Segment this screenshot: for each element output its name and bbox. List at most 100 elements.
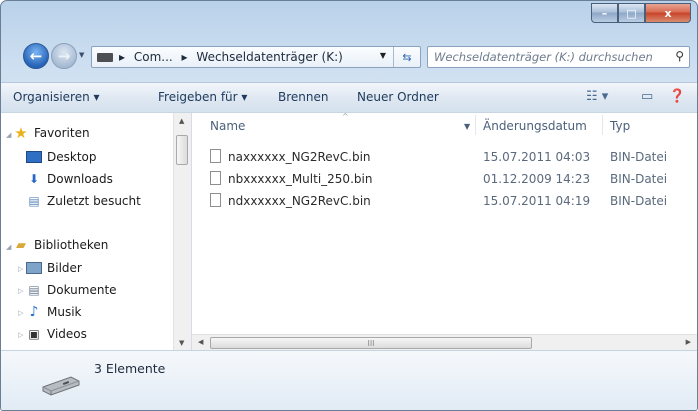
breadcrumb: ▸ Com... ▸ Wechseldatenträger (K:) — [119, 50, 348, 64]
nav-favorites[interactable]: ★ Favoriten — [13, 123, 90, 143]
sort-ascending-icon: ^ — [342, 112, 349, 121]
breadcrumb-separator[interactable]: ▸ — [182, 50, 188, 64]
recent-places-icon: ▤ — [28, 194, 40, 208]
nav-label: Musik — [47, 305, 82, 319]
scroll-right-icon[interactable]: ▶ — [686, 338, 691, 346]
expand-icon[interactable]: ▷ — [18, 309, 23, 317]
back-arrow-icon: ← — [29, 47, 43, 65]
column-divider[interactable] — [602, 115, 603, 135]
search-box[interactable]: Wechseldatenträger (K:) durchsuchen ⚲ — [427, 46, 690, 68]
videos-icon: ▣ — [28, 327, 40, 341]
details-pane: 3 Elemente — [1, 350, 697, 410]
column-filter-icon[interactable]: ▼ — [464, 122, 470, 131]
organize-menu[interactable]: Organisieren ▾ — [13, 90, 100, 104]
nav-item-documents[interactable]: ▤ Dokumente — [26, 280, 117, 300]
navigation-pane: ◢ ★ Favoriten Desktop ⬇ Downloads ▤ Zule… — [1, 113, 192, 351]
desktop-icon — [26, 151, 42, 163]
nav-item-desktop[interactable]: Desktop — [26, 147, 97, 167]
removable-drive-icon — [42, 376, 80, 396]
item-count: 3 Elemente — [94, 361, 166, 376]
file-type: BIN-Datei — [610, 172, 668, 186]
file-row[interactable]: ndxxxxxx_NG2RevC.bin 15.07.2011 04:19 BI… — [210, 191, 690, 211]
breadcrumb-computer[interactable]: Com... — [134, 50, 173, 64]
scroll-down-icon[interactable]: ▼ — [179, 339, 184, 347]
nav-label: Videos — [47, 327, 87, 341]
nav-label: Bilder — [47, 261, 82, 275]
scroll-thumb[interactable]: III — [210, 337, 532, 349]
explorer-window: – □ x ← → ▼ ▸ Com... ▸ Wechseldatenträge… — [0, 0, 698, 411]
documents-icon: ▤ — [28, 283, 40, 297]
command-bar: Organisieren ▾ Freigeben für ▾ Brennen N… — [1, 82, 697, 113]
downloads-icon: ⬇ — [28, 172, 40, 186]
expand-favorites-icon[interactable]: ◢ — [6, 131, 11, 139]
nav-item-recent[interactable]: ▤ Zuletzt besucht — [26, 191, 141, 211]
forward-arrow-icon: → — [57, 47, 71, 65]
column-name[interactable]: Name — [210, 119, 245, 133]
file-list: ^ Name ▼ Änderungsdatum Typ naxxxxxx_NG2… — [192, 112, 697, 352]
caption-buttons: – □ x — [591, 3, 691, 23]
forward-button[interactable]: → — [51, 43, 77, 69]
music-icon: ♪ — [29, 304, 39, 320]
nav-label: Desktop — [47, 150, 97, 164]
maximize-button[interactable]: □ — [618, 3, 645, 23]
address-bar[interactable]: ▸ Com... ▸ Wechseldatenträger (K:) ▼ ⇆ — [91, 46, 421, 68]
nav-label: Favoriten — [34, 126, 90, 140]
new-folder-button[interactable]: Neuer Ordner — [357, 90, 439, 104]
help-icon[interactable]: ❓ — [669, 89, 685, 104]
file-type: BIN-Datei — [610, 194, 668, 208]
expand-icon[interactable]: ▷ — [18, 287, 23, 295]
file-date: 15.07.2011 04:19 — [483, 194, 591, 208]
nav-label: Zuletzt besucht — [47, 194, 141, 208]
file-name: nbxxxxxx_Multi_250.bin — [228, 172, 373, 186]
nav-item-pictures[interactable]: Bilder — [26, 258, 82, 278]
scroll-up-icon[interactable]: ▲ — [179, 117, 184, 125]
column-date[interactable]: Änderungsdatum — [483, 119, 587, 133]
expand-libraries-icon[interactable]: ◢ — [6, 243, 11, 251]
file-row[interactable]: naxxxxxx_NG2RevC.bin 15.07.2011 04:03 BI… — [210, 147, 690, 167]
title-bar: – □ x — [1, 1, 697, 35]
share-menu[interactable]: Freigeben für ▾ — [158, 90, 247, 104]
refresh-icon: ⇆ — [402, 50, 412, 64]
search-icon[interactable]: ⚲ — [675, 49, 684, 63]
expand-icon[interactable]: ▷ — [18, 265, 23, 273]
breadcrumb-separator[interactable]: ▸ — [119, 50, 125, 64]
nav-label: Dokumente — [47, 283, 117, 297]
nav-item-downloads[interactable]: ⬇ Downloads — [26, 169, 113, 189]
refresh-button[interactable]: ⇆ — [393, 47, 420, 67]
star-icon: ★ — [14, 124, 28, 142]
content-area: ◢ ★ Favoriten Desktop ⬇ Downloads ▤ Zule… — [1, 112, 697, 352]
nav-label: Bibliotheken — [34, 238, 109, 252]
view-options-icon[interactable]: ☷ ▾ — [586, 89, 608, 104]
column-divider[interactable] — [475, 115, 476, 135]
nav-item-music[interactable]: ♪ Musik — [26, 302, 82, 322]
minimize-button[interactable]: – — [591, 3, 618, 23]
nav-label: Downloads — [47, 172, 113, 186]
drive-icon — [97, 53, 113, 62]
file-icon — [210, 171, 221, 185]
scroll-thumb[interactable] — [176, 135, 188, 165]
close-button[interactable]: x — [645, 3, 691, 23]
column-header: ^ Name ▼ Änderungsdatum Typ — [192, 112, 697, 139]
pictures-icon — [26, 262, 42, 274]
file-name: naxxxxxx_NG2RevC.bin — [228, 150, 371, 164]
file-type: BIN-Datei — [610, 150, 668, 164]
file-icon — [210, 193, 221, 207]
nav-item-videos[interactable]: ▣ Videos — [26, 324, 87, 344]
burn-button[interactable]: Brennen — [278, 90, 328, 104]
preview-pane-icon[interactable]: ▭ — [641, 89, 653, 104]
breadcrumb-drive[interactable]: Wechseldatenträger (K:) — [196, 50, 342, 64]
file-date: 01.12.2009 14:23 — [483, 172, 591, 186]
file-icon — [210, 149, 221, 163]
scroll-left-icon[interactable]: ◀ — [198, 338, 203, 346]
search-placeholder: Wechseldatenträger (K:) durchsuchen — [434, 50, 653, 64]
column-type[interactable]: Typ — [610, 119, 630, 133]
back-button[interactable]: ← — [23, 43, 49, 69]
recent-pages-dropdown[interactable]: ▼ — [79, 51, 84, 59]
file-row[interactable]: nbxxxxxx_Multi_250.bin 01.12.2009 14:23 … — [210, 169, 690, 189]
address-dropdown-icon[interactable]: ▼ — [380, 51, 386, 60]
address-row: ← → ▼ ▸ Com... ▸ Wechseldatenträger (K:)… — [1, 38, 697, 72]
nav-libraries[interactable]: ▰ Bibliotheken — [13, 235, 108, 255]
expand-icon[interactable]: ▷ — [18, 331, 23, 339]
libraries-icon: ▰ — [16, 237, 26, 253]
nav-scrollbar[interactable]: ▲ ▼ — [173, 113, 191, 351]
